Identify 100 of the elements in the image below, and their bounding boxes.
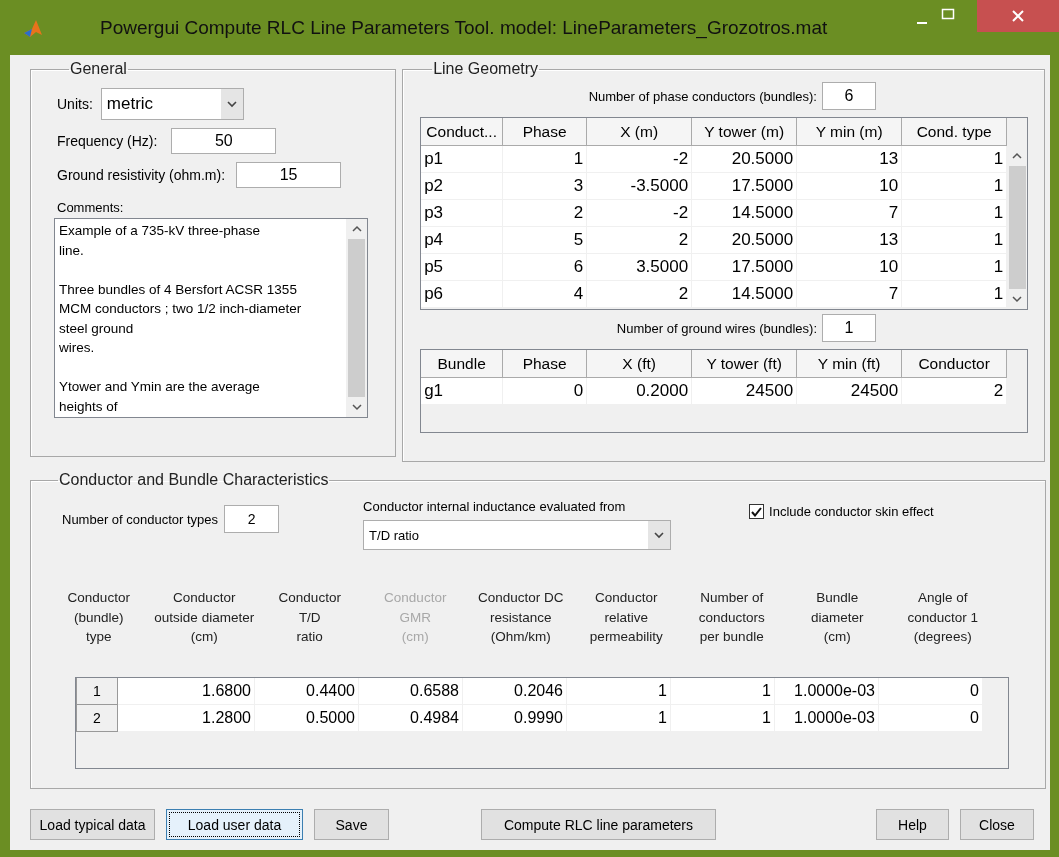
phase-count-field[interactable]: 6: [822, 82, 876, 110]
column-header[interactable]: X (ft): [587, 350, 693, 378]
table-cell[interactable]: 0: [879, 677, 983, 705]
scroll-thumb[interactable]: [1008, 166, 1026, 289]
comment-text: Ytower and Ymin are the average: [59, 378, 261, 396]
table-cell[interactable]: 0: [879, 704, 983, 732]
table-cell[interactable]: p4: [421, 227, 504, 254]
field-label: Comments:: [57, 200, 125, 215]
table-cell[interactable]: 14.5000: [692, 281, 798, 308]
table-cell[interactable]: 2: [587, 281, 693, 308]
table-cell[interactable]: -2: [587, 146, 693, 173]
table-cell[interactable]: 1: [902, 227, 1008, 254]
types-count-field[interactable]: 2: [224, 505, 280, 533]
table-cell[interactable]: 24500: [692, 378, 798, 405]
column-header[interactable]: Phase: [503, 350, 588, 378]
table-cell[interactable]: 1.0000e-03: [775, 704, 879, 732]
button[interactable]: Close: [960, 809, 1034, 840]
table-cell[interactable]: p3: [421, 200, 504, 227]
table-cell[interactable]: 1: [902, 281, 1008, 308]
table-cell[interactable]: 4: [503, 281, 588, 308]
close-button[interactable]: [977, 0, 1059, 32]
table-cell[interactable]: 1.2800: [118, 704, 255, 732]
column-header[interactable]: Bundle: [421, 350, 504, 378]
chevron-down-icon: [654, 531, 665, 539]
table-cell[interactable]: 2: [587, 227, 693, 254]
column-header[interactable]: Y min (m): [797, 118, 903, 146]
table-cell[interactable]: 1: [902, 173, 1008, 200]
column-header[interactable]: Conductor: [902, 350, 1008, 378]
table-cell[interactable]: 10: [797, 254, 903, 281]
comment-text: line.: [59, 241, 85, 260]
frequency-field[interactable]: 50: [171, 128, 277, 154]
button[interactable]: Help: [876, 809, 949, 840]
table-cell[interactable]: 2: [503, 200, 588, 227]
table-cell[interactable]: 20.5000: [692, 146, 798, 173]
units-dropdown[interactable]: metric: [100, 88, 244, 120]
table-cell[interactable]: 1: [567, 677, 671, 705]
column-header[interactable]: Phase: [503, 118, 588, 146]
column-header[interactable]: X (m): [587, 118, 693, 146]
button[interactable]: Save: [314, 809, 389, 840]
table-cell[interactable]: 1: [503, 146, 588, 173]
table-cell[interactable]: 5: [503, 227, 588, 254]
table-cell[interactable]: 1: [671, 704, 775, 732]
row-header[interactable]: 2: [76, 704, 118, 732]
table-cell[interactable]: 14.5000: [692, 200, 798, 227]
table-cell[interactable]: 2: [902, 378, 1008, 405]
table-cell[interactable]: p6: [421, 281, 504, 308]
column-header[interactable]: Y min (ft): [797, 350, 903, 378]
table-cell[interactable]: -3.5000: [587, 173, 693, 200]
table-cell[interactable]: 1.0000e-03: [775, 677, 879, 705]
table-cell[interactable]: p2: [421, 173, 504, 200]
table-cell[interactable]: -2: [587, 200, 693, 227]
table-cell[interactable]: 0: [503, 378, 588, 405]
table-cell[interactable]: p5: [421, 254, 504, 281]
button[interactable]: Load user data: [166, 809, 303, 840]
comment-text: steel ground: [59, 319, 135, 338]
table-cell[interactable]: 13: [797, 227, 903, 254]
table-cell[interactable]: g1: [421, 378, 504, 405]
resistivity-field[interactable]: 15: [236, 162, 342, 188]
table-cell[interactable]: 0.5000: [255, 704, 359, 732]
table-cell[interactable]: 7: [797, 200, 903, 227]
table-cell[interactable]: 1: [567, 704, 671, 732]
button[interactable]: Compute RLC line parameters: [481, 809, 716, 840]
table-cell[interactable]: 0.9990: [463, 704, 567, 732]
table-cell[interactable]: 3: [503, 173, 588, 200]
table-cell[interactable]: 0.4400: [255, 677, 359, 705]
field-label: Ground resistivity (ohm.m):: [57, 167, 226, 183]
table-cell[interactable]: 20.5000: [692, 227, 798, 254]
column-header[interactable]: Cond. type: [902, 118, 1008, 146]
inductance-dropdown[interactable]: T/D ratio: [363, 520, 672, 550]
table-cell[interactable]: 17.5000: [692, 173, 798, 200]
scroll-thumb[interactable]: [348, 239, 365, 397]
table-cell[interactable]: p1: [421, 146, 504, 173]
table-cell[interactable]: 7: [797, 281, 903, 308]
button[interactable]: Load typical data: [30, 809, 155, 840]
row-header[interactable]: 1: [76, 677, 118, 705]
column-header: Conductor (bundle) type: [66, 589, 131, 646]
table-cell[interactable]: 1: [902, 254, 1008, 281]
table-cell[interactable]: 6: [503, 254, 588, 281]
table-cell[interactable]: 1.6800: [118, 677, 255, 705]
table-cell[interactable]: 0.2000: [587, 378, 693, 405]
column-header: Conductor relative permeability: [588, 589, 664, 646]
table-cell[interactable]: 1: [902, 200, 1008, 227]
table-cell[interactable]: 1: [902, 146, 1008, 173]
table-cell[interactable]: 0.2046: [463, 677, 567, 705]
table-cell[interactable]: 17.5000: [692, 254, 798, 281]
ground-count-field[interactable]: 1: [822, 314, 876, 342]
scrollbar[interactable]: [346, 219, 367, 417]
table-cell[interactable]: 0.4984: [359, 704, 463, 732]
checkbox[interactable]: [749, 504, 765, 519]
table-cell[interactable]: 3.5000: [587, 254, 693, 281]
column-header[interactable]: Y tower (m): [692, 118, 798, 146]
table-cell[interactable]: 13: [797, 146, 903, 173]
column-header[interactable]: Conduct...: [421, 118, 504, 146]
table-cell[interactable]: 24500: [797, 378, 903, 405]
column-header[interactable]: Y tower (ft): [692, 350, 798, 378]
table-cell[interactable]: 1: [671, 677, 775, 705]
minimize-icon: [917, 22, 927, 24]
table-cell[interactable]: 0.6588: [359, 677, 463, 705]
comments-field[interactable]: Example of a 735-kV three-phase line. Three bundles of 4 Bersfort ACSR 1355 MCM conductors ; two 1/2 inch-diameter steel ground wires. Ytower and Ymin are the average heights of: [54, 218, 368, 418]
table-cell[interactable]: 10: [797, 173, 903, 200]
